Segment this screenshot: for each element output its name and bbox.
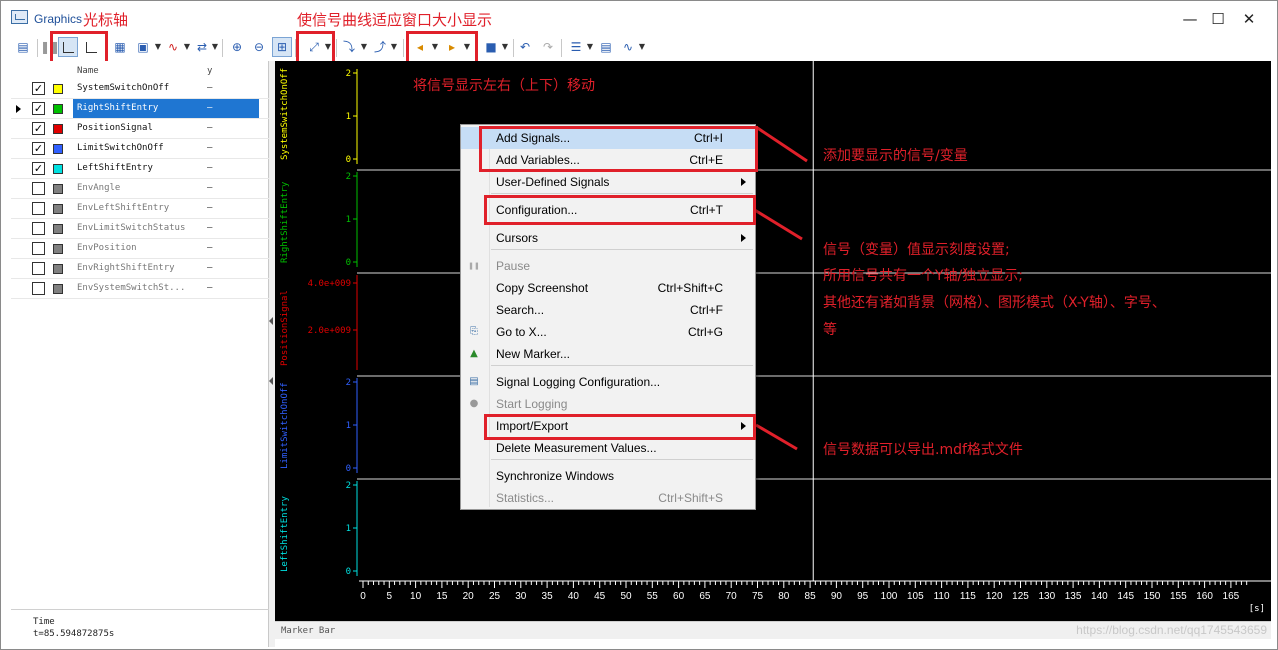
connector-configuration — [752, 207, 803, 241]
menu-item-label: Copy Screenshot — [496, 281, 589, 295]
context-menu: Add Signals... Ctrl+I Add Variables... Ctrl… — [460, 124, 758, 510]
new-marker-icon: ▲ — [470, 348, 478, 359]
menu-item-label: Synchronize Windows — [496, 469, 615, 483]
highlight-configuration — [484, 195, 756, 225]
start-logging-icon: ● — [469, 398, 479, 409]
highlight-import-export — [484, 414, 756, 440]
menu-item-shortcut: Ctrl+G — [687, 325, 723, 339]
menu-separator — [491, 365, 753, 366]
menu-item[interactable]: Copy Screenshot Ctrl+Shift+C — [461, 277, 755, 299]
menu-item[interactable]: Search... Ctrl+F — [461, 299, 755, 321]
connector-add-signals — [755, 125, 808, 163]
menu-item-label: Delete Measurement Values... — [496, 441, 657, 455]
menu-item[interactable]: Delete Measurement Values... — [461, 437, 755, 459]
menu-item[interactable]: Cursors — [461, 227, 755, 249]
menu-item-shortcut: Ctrl+Shift+S — [658, 491, 723, 505]
menu-item-label: Go to X... — [496, 325, 547, 339]
menu-item-label: Start Logging — [496, 397, 568, 411]
menu-item[interactable]: ▲ New Marker... — [461, 343, 755, 365]
menu-item: ❚❚ Pause — [461, 255, 755, 277]
menu-item[interactable]: ▤ Signal Logging Configuration... — [461, 371, 755, 393]
menu-item[interactable]: Synchronize Windows — [461, 465, 755, 487]
menu-item-label: Statistics... — [496, 491, 555, 505]
menu-separator — [491, 249, 753, 250]
menu-separator — [491, 193, 753, 194]
menu-separator — [491, 459, 753, 460]
menu-item-label: Cursors — [496, 231, 539, 245]
pause-icon: ❚❚ — [468, 262, 480, 270]
menu-item[interactable]: ⎘ Go to X... Ctrl+G — [461, 321, 755, 343]
go-to-x-icon: ⎘ — [470, 326, 478, 337]
menu-item-label: Pause — [496, 259, 531, 273]
menu-item-label: New Marker... — [496, 347, 571, 361]
menu-item-label: User-Defined Signals — [496, 175, 610, 189]
menu-item: Statistics... Ctrl+Shift+S — [461, 487, 755, 509]
menu-item[interactable]: User-Defined Signals — [461, 171, 755, 193]
highlight-add-signals — [479, 126, 758, 172]
menu-item-label: Signal Logging Configuration... — [496, 375, 661, 389]
logging-config-icon: ▤ — [469, 376, 479, 387]
submenu-arrow-icon — [741, 178, 746, 186]
menu-item-shortcut: Ctrl+Shift+C — [657, 281, 723, 295]
connector-import-export — [755, 423, 798, 451]
menu-item-shortcut: Ctrl+F — [690, 303, 723, 317]
graphics-window: Graphics 光标轴 使信号曲线适应窗口大小显示 — ☐ ✕ ▤ ❚❚ ▦ … — [0, 0, 1278, 650]
menu-item: ● Start Logging — [461, 393, 755, 415]
menu-item-label: Search... — [496, 303, 545, 317]
submenu-arrow-icon — [741, 234, 746, 242]
